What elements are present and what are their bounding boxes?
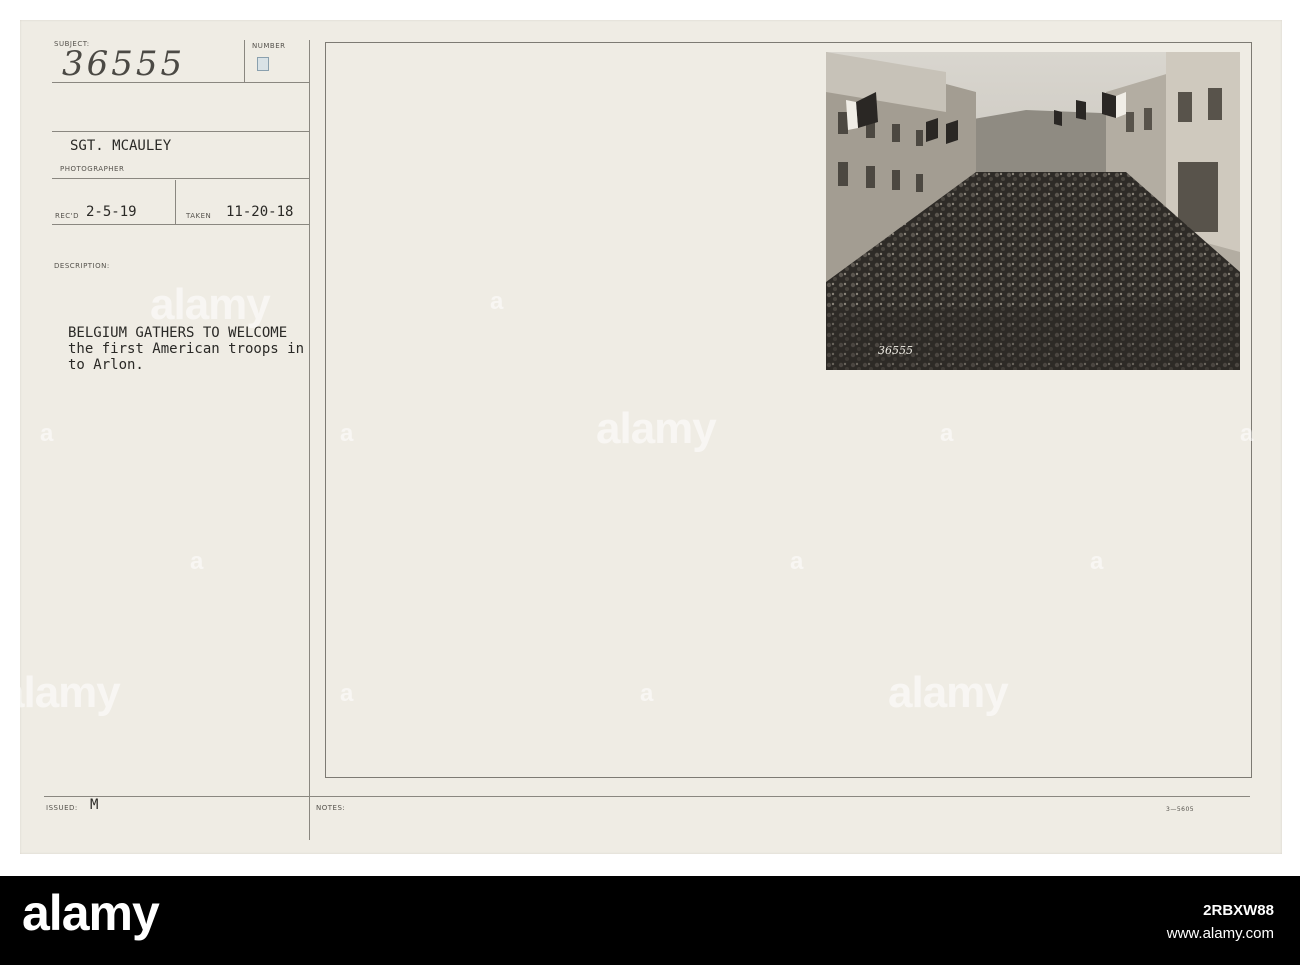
- watermark-left: alamy: [150, 280, 271, 329]
- photographer-name: SGT. MCAULEY: [70, 138, 172, 154]
- recd-date: 2-5-19: [86, 204, 137, 220]
- rule-left-column: [309, 40, 310, 840]
- watermark-mark-6: a: [490, 288, 504, 315]
- issued-label: ISSUED:: [46, 804, 78, 812]
- watermark-center: alamy: [596, 404, 717, 453]
- description-label: DESCRIPTION:: [54, 262, 110, 270]
- watermark-mark-3: a: [940, 420, 954, 447]
- watermark-mark-5: a: [190, 548, 204, 575]
- watermark-mark-9: a: [340, 680, 354, 707]
- rule-description: [52, 224, 310, 225]
- rule-dates: [52, 178, 310, 179]
- footer-url: www.alamy.com: [1166, 925, 1274, 942]
- footer-bar: [0, 876, 1300, 965]
- description-line-3: to Arlon.: [68, 357, 144, 373]
- footer-logo: alamy: [22, 885, 160, 941]
- rule-dates-divider: [175, 180, 176, 224]
- taken-date: 11-20-18: [226, 204, 294, 220]
- taken-label: TAKEN: [186, 212, 212, 220]
- number-label: NUMBER: [252, 42, 286, 50]
- footer-image-id: 2RBXW88: [1203, 902, 1274, 919]
- photographer-label: PHOTOGRAPHER: [60, 165, 125, 173]
- watermark-lower-right: alamy: [888, 668, 1009, 717]
- rule-subject-divider: [244, 40, 245, 82]
- watermark-lower-left: alamy: [0, 668, 121, 717]
- watermark-mark-1: a: [40, 420, 54, 447]
- form-code: 3—5605: [1166, 806, 1195, 813]
- watermark-mark-7: a: [790, 548, 804, 575]
- watermark-mark-4: a: [1240, 420, 1254, 447]
- rule-photographer: [52, 131, 310, 132]
- photo-number: 36555: [878, 344, 913, 357]
- subject-number: 36555: [62, 44, 186, 84]
- number-stamp: [257, 57, 269, 71]
- watermark-mark-10: a: [640, 680, 654, 707]
- watermark-mark-2: a: [340, 420, 354, 447]
- issued-value: M: [90, 797, 99, 813]
- description-line-2: the first American troops in: [68, 341, 305, 357]
- crowd-photograph: [826, 52, 1240, 370]
- watermark-mark-8: a: [1090, 548, 1104, 575]
- rule-bottom: [44, 796, 1250, 797]
- recd-label: REC'D: [55, 212, 79, 220]
- notes-label: NOTES:: [316, 804, 346, 812]
